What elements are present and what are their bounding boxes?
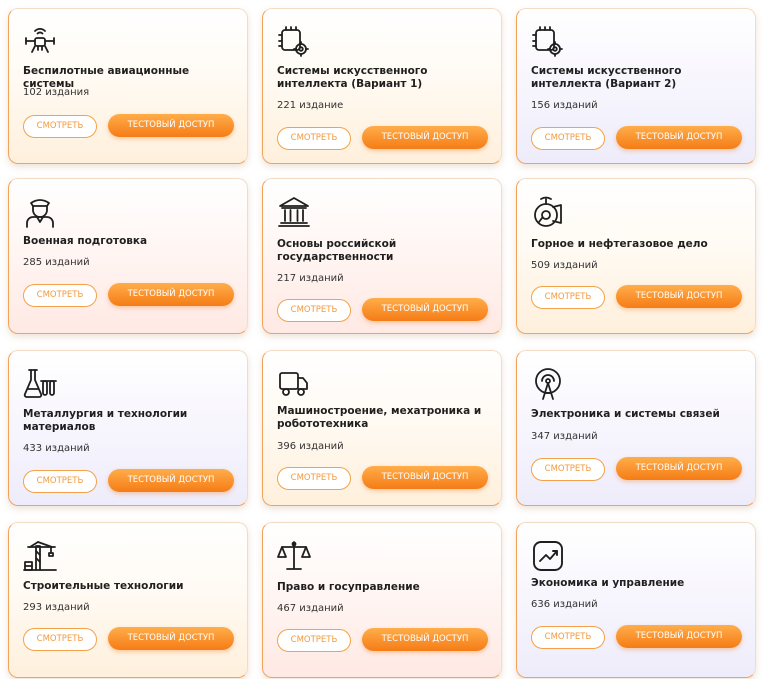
government-building-icon	[277, 195, 311, 229]
flask-tubes-icon	[23, 367, 57, 401]
watch-button[interactable]: СМОТРЕТЬ	[531, 127, 605, 150]
category-card: Право и госуправление 467 изданий СМОТРЕ…	[262, 522, 502, 678]
card-title: Машиностроение, мехатроника и робототехн…	[277, 405, 482, 430]
chart-growth-icon	[531, 539, 565, 573]
card-count: 636 изданий	[531, 599, 598, 610]
card-title: Горное и нефтегазовое дело	[531, 238, 708, 250]
test-access-button[interactable]: ТЕСТОВЫЙ ДОСТУП	[362, 466, 488, 489]
watch-button[interactable]: СМОТРЕТЬ	[277, 299, 351, 322]
category-card: Системы искусственного интеллекта (Вариа…	[262, 8, 502, 164]
category-card: Экономика и управление 636 изданий СМОТР…	[516, 522, 756, 678]
category-card: Металлургия и технологии материалов 433 …	[8, 350, 248, 506]
card-title: Основы российской государственности	[277, 238, 397, 263]
test-access-button[interactable]: ТЕСТОВЫЙ ДОСТУП	[108, 283, 234, 306]
test-access-button[interactable]: ТЕСТОВЫЙ ДОСТУП	[616, 126, 742, 149]
mining-icon	[531, 195, 565, 229]
category-card: Строительные технологии 293 изданий СМОТ…	[8, 522, 248, 678]
category-card: Основы российской государственности 217 …	[262, 178, 502, 334]
category-card: Горное и нефтегазовое дело 509 изданий С…	[516, 178, 756, 334]
ai-chip-gear-icon	[531, 25, 565, 59]
watch-button[interactable]: СМОТРЕТЬ	[277, 467, 351, 490]
category-card: Электроника и системы связей 347 изданий…	[516, 350, 756, 506]
ai-chip-gear-icon	[277, 25, 311, 59]
watch-button[interactable]: СМОТРЕТЬ	[23, 115, 97, 138]
soldier-icon	[23, 195, 57, 229]
radio-tower-icon	[531, 367, 565, 401]
card-count: 221 издание	[277, 100, 344, 111]
drone-icon	[23, 25, 57, 59]
watch-button[interactable]: СМОТРЕТЬ	[277, 127, 351, 150]
watch-button[interactable]: СМОТРЕТЬ	[277, 629, 351, 652]
card-title: Строительные технологии	[23, 580, 184, 592]
test-access-button[interactable]: ТЕСТОВЫЙ ДОСТУП	[616, 285, 742, 308]
category-card: Беспилотные авиационные системы 102 изда…	[8, 8, 248, 164]
category-card: Системы искусственного интеллекта (Вариа…	[516, 8, 756, 164]
card-title: Экономика и управление	[531, 577, 685, 589]
card-title: Системы искусственного интеллекта (Вариа…	[531, 65, 682, 90]
test-access-button[interactable]: ТЕСТОВЫЙ ДОСТУП	[362, 298, 488, 321]
test-access-button[interactable]: ТЕСТОВЫЙ ДОСТУП	[362, 628, 488, 651]
card-title: Военная подготовка	[23, 235, 148, 247]
test-access-button[interactable]: ТЕСТОВЫЙ ДОСТУП	[108, 469, 234, 492]
card-title: Металлургия и технологии материалов	[23, 408, 188, 433]
category-card: Военная подготовка 285 изданий СМОТРЕТЬ …	[8, 178, 248, 334]
test-access-button[interactable]: ТЕСТОВЫЙ ДОСТУП	[108, 114, 234, 137]
scales-icon	[277, 539, 311, 573]
card-count: 509 изданий	[531, 260, 598, 271]
truck-icon	[277, 367, 311, 401]
watch-button[interactable]: СМОТРЕТЬ	[23, 284, 97, 307]
watch-button[interactable]: СМОТРЕТЬ	[531, 286, 605, 309]
watch-button[interactable]: СМОТРЕТЬ	[23, 628, 97, 651]
watch-button[interactable]: СМОТРЕТЬ	[531, 458, 605, 481]
test-access-button[interactable]: ТЕСТОВЫЙ ДОСТУП	[616, 457, 742, 480]
test-access-button[interactable]: ТЕСТОВЫЙ ДОСТУП	[362, 126, 488, 149]
test-access-button[interactable]: ТЕСТОВЫЙ ДОСТУП	[108, 627, 234, 650]
card-count: 285 изданий	[23, 257, 90, 268]
card-count: 217 изданий	[277, 273, 344, 284]
test-access-button[interactable]: ТЕСТОВЫЙ ДОСТУП	[616, 625, 742, 648]
card-count: 347 изданий	[531, 431, 598, 442]
card-title: Системы искусственного интеллекта (Вариа…	[277, 65, 428, 90]
card-count: 156 изданий	[531, 100, 598, 111]
card-count: 396 изданий	[277, 441, 344, 452]
watch-button[interactable]: СМОТРЕТЬ	[23, 470, 97, 493]
card-title: Электроника и системы связей	[531, 408, 720, 420]
card-count: 467 изданий	[277, 603, 344, 614]
crane-icon	[23, 539, 57, 573]
card-count: 293 изданий	[23, 602, 90, 613]
category-card: Машиностроение, мехатроника и робототехн…	[262, 350, 502, 506]
card-title: Право и госуправление	[277, 581, 420, 593]
card-count: 102 издания	[23, 87, 90, 98]
watch-button[interactable]: СМОТРЕТЬ	[531, 626, 605, 649]
card-count: 433 изданий	[23, 443, 90, 454]
